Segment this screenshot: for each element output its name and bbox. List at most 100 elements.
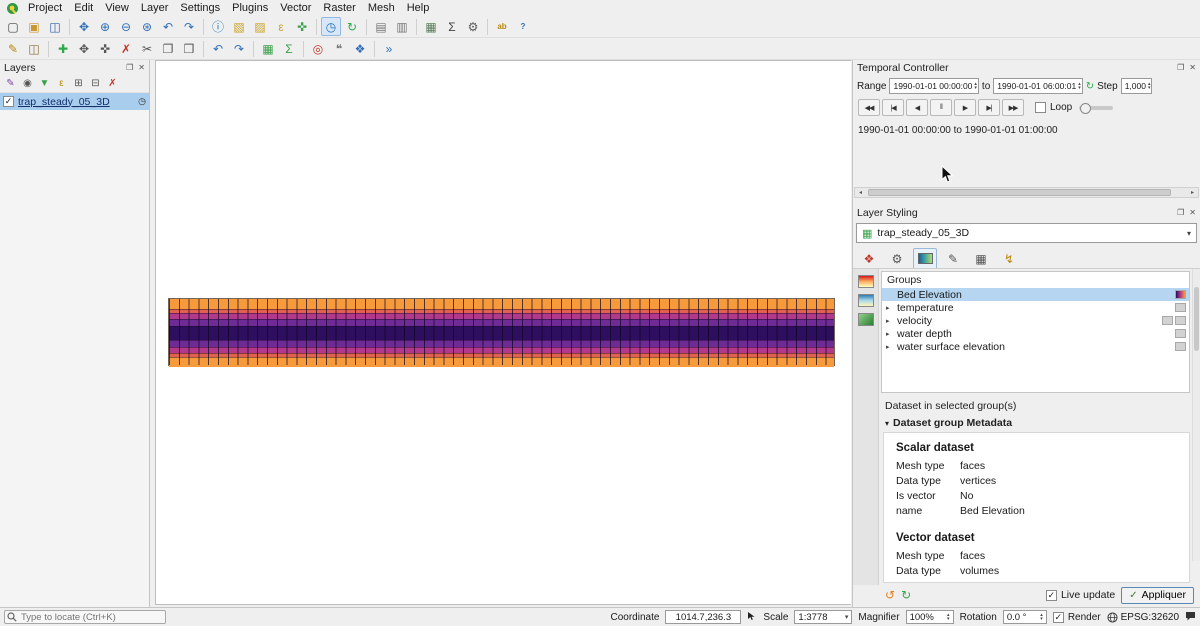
expand-arrow-icon[interactable]: ▸ [886, 330, 895, 338]
tab-datasets[interactable] [913, 248, 937, 268]
spin-buttons[interactable]: ▴▾ [947, 613, 950, 621]
reset-style-icon[interactable]: ↺ [885, 588, 895, 602]
locate-input[interactable] [4, 610, 166, 624]
menu-settings[interactable]: Settings [174, 0, 226, 16]
save-project-icon[interactable]: ◫ [45, 17, 65, 36]
scroll-left-icon[interactable]: ◂ [855, 188, 866, 197]
deselect-features-icon[interactable]: ▨ [250, 17, 270, 36]
speed-slider[interactable] [1079, 106, 1113, 110]
save-edits-icon[interactable]: ◫ [24, 39, 44, 58]
close-panel-icon[interactable]: ✕ [1189, 208, 1196, 217]
temporal-controller-icon[interactable]: ◷ [321, 17, 341, 36]
menu-view[interactable]: View [99, 0, 135, 16]
menu-raster[interactable]: Raster [317, 0, 361, 16]
open-project-icon[interactable]: ▣ [24, 17, 44, 36]
menu-project[interactable]: Project [22, 0, 68, 16]
tab-settings[interactable]: ⚙ [885, 248, 909, 268]
group-render-toggles[interactable] [1175, 342, 1186, 351]
scrollbar-thumb[interactable] [1194, 287, 1199, 351]
scale-combo[interactable]: 1:3778 ▾ [794, 610, 852, 624]
pan-map-icon[interactable]: ✥ [74, 17, 94, 36]
manage-map-themes-icon[interactable]: ◉ [20, 76, 35, 91]
coordinate-input[interactable]: 1014.7,236.3 [665, 610, 741, 624]
render-checkbox[interactable]: ✓ [1053, 612, 1064, 623]
range-end-input[interactable]: 1990-01-01 06:00:01 ▴▾ [993, 78, 1082, 94]
delete-selected-icon[interactable]: ✗ [116, 39, 136, 58]
zoom-out-icon[interactable]: ⊖ [116, 17, 136, 36]
menu-layer[interactable]: Layer [135, 0, 175, 16]
tab-table[interactable]: ▦ [969, 248, 993, 268]
expand-arrow-icon[interactable]: ▸ [886, 304, 895, 312]
plugin-manager-icon[interactable]: ❖ [350, 39, 370, 58]
help-icon[interactable]: ? [513, 17, 533, 36]
zoom-next-icon[interactable]: ↷ [179, 17, 199, 36]
zoom-in-icon[interactable]: ⊕ [95, 17, 115, 36]
expand-arrow-icon[interactable]: ▸ [886, 317, 895, 325]
new-layout-icon[interactable]: ▤ [371, 17, 391, 36]
zoom-full-icon[interactable]: ⊛ [137, 17, 157, 36]
step-back-button[interactable]: ◀ [906, 99, 928, 116]
skip-to-start-button[interactable]: |◀ [882, 99, 904, 116]
vertical-scrollbar[interactable] [1192, 269, 1200, 561]
loop-checkbox[interactable]: ✓ [1035, 102, 1046, 113]
refresh-style-icon[interactable]: ↻ [901, 588, 911, 602]
menu-edit[interactable]: Edit [68, 0, 99, 16]
float-panel-icon[interactable]: ❐ [1177, 208, 1184, 217]
step-input[interactable]: 1,000 ▴▾ [1121, 78, 1153, 94]
tab-effects[interactable]: ↯ [997, 248, 1021, 268]
paste-features-icon[interactable]: ❒ [179, 39, 199, 58]
remove-layer-icon[interactable]: ✗ [105, 76, 120, 91]
expand-arrow-icon[interactable]: ▸ [886, 343, 895, 351]
fast-forward-button[interactable]: ▶▶ [1002, 99, 1024, 116]
crs-status[interactable]: EPSG:32620 [1107, 612, 1179, 623]
menu-vector[interactable]: Vector [274, 0, 317, 16]
rewind-button[interactable]: ◀◀ [858, 99, 880, 116]
range-start-input[interactable]: 1990-01-01 00:00:00 ▴▾ [889, 78, 978, 94]
collapse-all-icon[interactable]: ⊟ [88, 76, 103, 91]
group-water-depth[interactable]: ▸water depth [882, 327, 1189, 340]
skip-to-end-button[interactable]: ▶| [978, 99, 1000, 116]
cut-features-icon[interactable]: ✂ [137, 39, 157, 58]
attribute-table-icon[interactable]: ▦ [421, 17, 441, 36]
group-render-toggles[interactable] [1175, 329, 1186, 338]
new-project-icon[interactable]: ▢ [3, 17, 23, 36]
group-render-toggles[interactable] [1175, 303, 1186, 312]
processing-toolbox-icon[interactable]: ⚙ [463, 17, 483, 36]
horizontal-scrollbar[interactable]: ◂ ▸ [854, 187, 1199, 198]
vectors-group-icon[interactable] [858, 294, 874, 307]
rotation-spinbox[interactable]: 0.0 ° ▴▾ [1003, 610, 1047, 624]
python-console-icon[interactable]: » [379, 39, 399, 58]
layer-item-trap-steady-05-3d[interactable]: ✓ trap_steady_05_3D ◷ [0, 93, 149, 110]
menu-help[interactable]: Help [401, 0, 436, 16]
mesh-calculator-icon[interactable]: Σ [279, 39, 299, 58]
statistics-icon[interactable]: Σ [442, 17, 462, 36]
labeling-icon[interactable]: ab [492, 17, 512, 36]
apply-button[interactable]: ✓ Appliquer [1121, 587, 1194, 604]
group-bed-elevation[interactable]: Bed Elevation [882, 288, 1189, 301]
group-velocity[interactable]: ▸velocity [882, 314, 1189, 327]
spin-buttons[interactable]: ▴▾ [1148, 82, 1151, 90]
undo-icon[interactable]: ↶ [208, 39, 228, 58]
layout-manager-icon[interactable]: ▥ [392, 17, 412, 36]
map-canvas[interactable] [155, 60, 851, 605]
layer-visibility-checkbox[interactable]: ✓ [3, 96, 14, 107]
menu-plugins[interactable]: Plugins [226, 0, 274, 16]
spin-buttons[interactable]: ▴▾ [1040, 613, 1043, 621]
filter-by-expression-icon[interactable]: ε [54, 76, 69, 91]
close-panel-icon[interactable]: ✕ [138, 63, 145, 72]
float-panel-icon[interactable]: ❐ [1177, 63, 1184, 72]
annotation-icon[interactable]: ❝ [329, 39, 349, 58]
close-panel-icon[interactable]: ✕ [1189, 63, 1196, 72]
tab-source[interactable]: ❖ [857, 248, 881, 268]
snapping-icon[interactable]: ◎ [308, 39, 328, 58]
spin-buttons[interactable]: ▴▾ [1078, 82, 1081, 90]
layer-name[interactable]: trap_steady_05_3D [18, 96, 134, 108]
menu-mesh[interactable]: Mesh [362, 0, 401, 16]
spin-buttons[interactable]: ▴▾ [974, 82, 977, 90]
tab-rendering[interactable]: ✎ [941, 248, 965, 268]
add-feature-icon[interactable]: ✚ [53, 39, 73, 58]
mesh-digitizing-icon[interactable]: ▦ [258, 39, 278, 58]
refresh-map-icon[interactable]: ↻ [342, 17, 362, 36]
pause-button[interactable]: ‖ [930, 99, 952, 116]
zoom-last-icon[interactable]: ↶ [158, 17, 178, 36]
